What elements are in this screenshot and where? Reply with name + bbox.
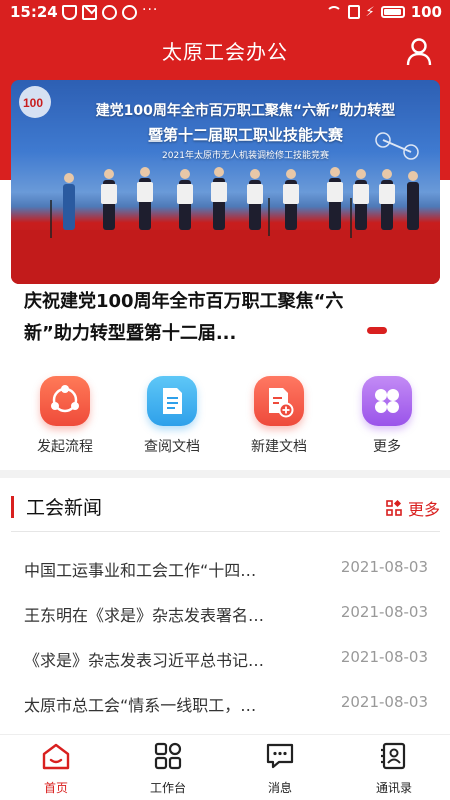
home-icon [42, 743, 70, 770]
document-icon [147, 376, 197, 426]
sim-icon [347, 5, 360, 19]
shortcut-grid: 发起流程 查阅文档 新建文档 更多 [0, 372, 450, 462]
nav-messages[interactable]: 消息 [240, 741, 320, 796]
banner-caption[interactable]: 庆祝建党100周年全市百万职工聚焦“六新”助力转型暨第十二届... [24, 286, 374, 350]
news-date: 2021-08-03 [340, 558, 428, 576]
shortcut-new-document[interactable]: 新建文档 [234, 372, 324, 456]
news-title: 《求是》杂志发表习近平总书记… [24, 651, 265, 670]
nav-contacts[interactable]: 通讯录 [354, 741, 434, 796]
news-date: 2021-08-03 [340, 693, 428, 711]
mail-icon [82, 5, 97, 20]
nav-label: 通讯录 [375, 781, 412, 795]
news-item[interactable]: 王东明在《求是》杂志发表署名… 2021-08-03 [24, 602, 432, 632]
shortcut-more[interactable]: 更多 [342, 372, 432, 456]
news-title: 太原市总工会“情系一线职工，… [24, 696, 257, 715]
section-divider [0, 470, 450, 478]
news-title: 王东明在《求是》杂志发表署名… [24, 606, 265, 625]
page-title: 太原工会办公 [162, 40, 288, 64]
check-circle-icon [122, 5, 137, 20]
shortcut-start-process[interactable]: 发起流程 [20, 372, 110, 456]
news-item[interactable]: 中国工运事业和工会工作“十四… 2021-08-03 [24, 557, 432, 587]
news-item[interactable]: 《求是》杂志发表习近平总书记… 2021-08-03 [24, 647, 432, 677]
bottom-nav: 首页 工作台 消息 通讯录 [0, 734, 450, 800]
shield-icon [62, 5, 77, 20]
nav-home[interactable]: 首页 [16, 741, 96, 796]
notification-icons: ··· [62, 2, 159, 20]
shortcut-label: 查阅文档 [144, 439, 200, 455]
status-time: 15:24 [10, 3, 58, 21]
news-item[interactable]: 太原市总工会“情系一线职工，… 2021-08-03 [24, 692, 432, 722]
nav-label: 消息 [267, 781, 292, 795]
shortcut-label: 发起流程 [37, 439, 93, 455]
news-more-link[interactable]: 更多 [386, 496, 440, 520]
charging-icon: ⚡ [365, 4, 375, 20]
share-flow-icon [40, 376, 90, 426]
grid-icon [154, 742, 182, 770]
clover-icon [362, 376, 412, 426]
battery-icon [380, 6, 405, 18]
new-document-icon [254, 376, 304, 426]
shortcut-view-documents[interactable]: 查阅文档 [127, 372, 217, 456]
wifi-icon [325, 6, 342, 18]
nav-label: 工作台 [149, 781, 186, 795]
news-date: 2021-08-03 [340, 648, 428, 666]
nav-label: 首页 [43, 781, 68, 795]
nav-workbench[interactable]: 工作台 [128, 741, 208, 796]
shortcut-label: 更多 [373, 439, 401, 455]
more-dots-icon: ··· [142, 2, 159, 18]
news-date: 2021-08-03 [340, 603, 428, 621]
status-bar: 15:24 ··· ⚡ 100 [0, 0, 450, 26]
battery-percent: 100 [410, 3, 442, 21]
more-grid-icon [386, 500, 402, 516]
carousel-indicator [367, 327, 387, 334]
news-title: 中国工运事业和工会工作“十四… [24, 561, 257, 580]
banner-subheadline: 2021年太原市无人机装调检修工技能竞赛 [162, 151, 329, 161]
shortcut-label: 新建文档 [251, 439, 307, 455]
system-icons: ⚡ 100 [325, 3, 442, 21]
check-circle-icon [102, 5, 117, 20]
section-title: 工会新闻 [26, 497, 103, 519]
banner-headline-1: 建党100周年全市百万职工聚焦“六新”助力转型 [95, 103, 396, 119]
news-section-header: 工会新闻 更多 [0, 492, 450, 522]
more-label: 更多 [407, 500, 440, 519]
section-rule [11, 531, 440, 532]
section-accent-bar [11, 496, 14, 518]
message-icon [266, 743, 294, 769]
banner-carousel[interactable]: 100 建党100周年全市百万职工聚焦“六新”助力转型 暨第十二届职工职业技能大… [11, 80, 440, 284]
contacts-icon [381, 742, 406, 770]
banner-headline-2: 暨第十二届职工职业技能大赛 [147, 126, 343, 144]
user-icon [406, 38, 432, 66]
user-profile-button[interactable] [406, 38, 432, 66]
